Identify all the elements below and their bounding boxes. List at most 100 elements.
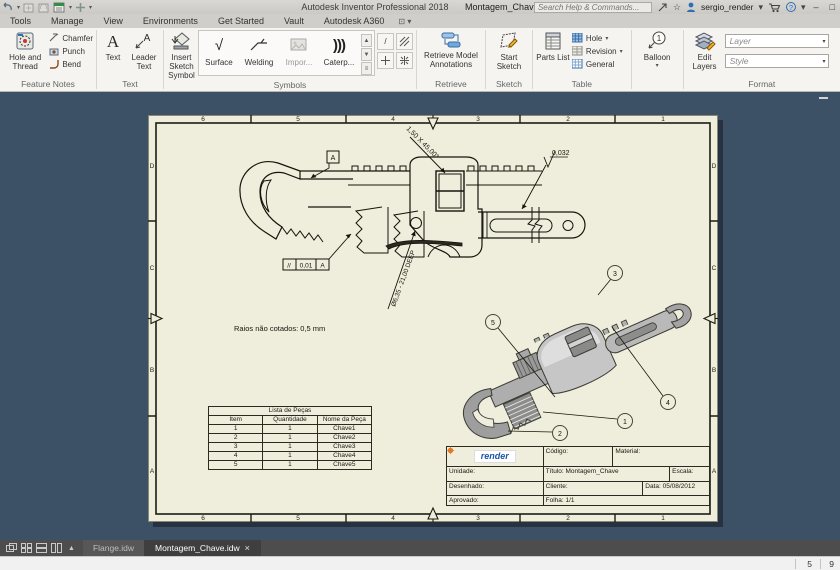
refresh-icon[interactable] bbox=[38, 2, 50, 13]
sign-in-icon[interactable] bbox=[657, 2, 668, 13]
favorites-star-icon[interactable]: ☆ bbox=[673, 2, 681, 12]
title-block[interactable]: render Código: Material: Unidade: Título… bbox=[446, 446, 710, 506]
tile-vertical-icon[interactable] bbox=[51, 543, 62, 553]
parts-list-table[interactable]: Lista de Peças Item Quantidade Nome da P… bbox=[208, 406, 372, 468]
retrieve-model-annotations-button[interactable]: Retrieve Model Annotations bbox=[420, 30, 482, 69]
close-tab-icon[interactable]: × bbox=[245, 543, 250, 553]
sketch-symbol-icon bbox=[170, 31, 192, 51]
table-row: 21Chave2 bbox=[209, 434, 372, 443]
welding-symbol-button[interactable]: Welding bbox=[241, 32, 277, 67]
gallery-expand-button[interactable]: ≡ bbox=[361, 62, 372, 75]
revision-table-button[interactable]: Revision ▾ bbox=[572, 46, 623, 56]
chamfer-note[interactable]: 1,50 X 45,00° bbox=[405, 125, 445, 173]
username[interactable]: sergio_render bbox=[701, 2, 753, 12]
surface-finish-note[interactable]: 0,032 bbox=[522, 150, 570, 209]
tab-autodesk-a360[interactable]: Autodesk A360 bbox=[314, 16, 395, 26]
start-sketch-icon bbox=[498, 31, 520, 51]
general-table-icon bbox=[572, 59, 583, 69]
retrieve-annotations-icon bbox=[440, 31, 462, 49]
search-input[interactable] bbox=[534, 2, 652, 13]
child-window-minimize-icon[interactable] bbox=[819, 97, 828, 99]
surface-icon: √ bbox=[201, 32, 237, 58]
help-caret-icon[interactable]: ▾ bbox=[801, 2, 806, 12]
caterpillar-symbol-button[interactable]: ))) Caterp... bbox=[321, 32, 357, 67]
tab-vault[interactable]: Vault bbox=[274, 16, 314, 26]
chamfer-icon bbox=[49, 33, 59, 43]
tile-horizontal-icon[interactable] bbox=[36, 543, 47, 553]
drawing-sheet[interactable]: 654321 654321 DCBA DCBA bbox=[148, 115, 718, 522]
svg-text:B: B bbox=[712, 367, 716, 374]
hole-table-button[interactable]: Hole ▾ bbox=[572, 33, 623, 43]
undo-icon[interactable] bbox=[2, 2, 14, 12]
parts-list-button[interactable]: Parts List bbox=[536, 30, 570, 62]
bend-button[interactable]: Bend bbox=[49, 59, 93, 69]
qat-customize-icon[interactable]: ▾ bbox=[89, 4, 92, 11]
tab-flange[interactable]: Flange.idw bbox=[83, 540, 145, 556]
leader-text-icon: A bbox=[134, 31, 154, 51]
ribbon-tab-bar: Tools Manage View Environments Get Start… bbox=[0, 14, 840, 28]
new-sheet-caret-icon[interactable]: ▾ bbox=[69, 4, 72, 11]
general-table-button[interactable]: General bbox=[572, 59, 623, 69]
hatch-symbol-button[interactable] bbox=[396, 33, 413, 50]
punch-button[interactable]: Punch bbox=[49, 46, 93, 56]
tab-montagem-chave[interactable]: Montagem_Chave.idw × bbox=[145, 540, 261, 556]
style-select[interactable]: Style ▾ bbox=[725, 54, 829, 68]
tab-view[interactable]: View bbox=[94, 16, 133, 26]
revision-table-icon bbox=[572, 46, 583, 56]
document-title: Montagem_Chave bbox=[465, 2, 539, 12]
edit-layers-button[interactable]: Edit Layers bbox=[687, 30, 723, 71]
desenhado-cell: Desenhado: bbox=[447, 482, 544, 495]
leader-text-button[interactable]: A Leader Text bbox=[128, 30, 160, 71]
table-row: 11Chave1 bbox=[209, 425, 372, 434]
undo-caret-icon[interactable]: ▾ bbox=[17, 4, 20, 11]
drawing-canvas[interactable]: 654321 654321 DCBA DCBA bbox=[0, 92, 840, 540]
layer-select[interactable]: Layer ▾ bbox=[725, 34, 829, 48]
balloon-3[interactable]: 3 bbox=[598, 266, 623, 296]
isometric-view[interactable] bbox=[446, 277, 706, 449]
gallery-up-button[interactable]: ▲ bbox=[361, 34, 372, 47]
user-caret-icon[interactable]: ▾ bbox=[758, 2, 763, 12]
escala-cell: Escala: bbox=[670, 467, 710, 481]
svg-text:A: A bbox=[107, 32, 120, 51]
tab-get-started[interactable]: Get Started bbox=[208, 16, 274, 26]
ribbon-annotate: Hole and Thread Chamfer Punch Bend Featu… bbox=[0, 28, 840, 92]
svg-text:C: C bbox=[150, 265, 155, 272]
side-view[interactable] bbox=[240, 157, 585, 257]
minimize-button[interactable]: – bbox=[811, 2, 822, 12]
balloon-button[interactable]: 1 Balloon ▾ bbox=[635, 30, 679, 71]
tile-windows-icon[interactable] bbox=[21, 543, 32, 553]
help-icon[interactable]: ? bbox=[786, 2, 796, 12]
caterpillar-icon: ))) bbox=[321, 32, 357, 58]
cascade-windows-icon[interactable] bbox=[6, 543, 17, 553]
text-button[interactable]: A Text bbox=[100, 30, 126, 62]
ribbon-display-icon[interactable]: ⊡ ▾ bbox=[398, 17, 411, 26]
insert-sketch-symbol-button[interactable]: Insert Sketch Symbol bbox=[167, 30, 196, 80]
update-icon[interactable] bbox=[23, 2, 35, 13]
feature-control-frame[interactable]: // 0,01 A bbox=[283, 234, 351, 270]
slash-symbol-button[interactable]: / bbox=[377, 33, 394, 50]
import-symbol-button[interactable]: Impor... bbox=[281, 32, 317, 67]
app-title: Autodesk Inventor Professional 2018 bbox=[301, 2, 448, 12]
tab-tools[interactable]: Tools bbox=[0, 16, 41, 26]
panel-symbols: Insert Sketch Symbol √ Surface Welding I… bbox=[164, 28, 416, 91]
app-store-cart-icon[interactable] bbox=[768, 2, 781, 13]
chamfer-button[interactable]: Chamfer bbox=[49, 33, 93, 43]
move-icon[interactable] bbox=[75, 2, 86, 13]
new-sheet-icon[interactable] bbox=[53, 2, 66, 13]
maximize-button[interactable]: □ bbox=[827, 2, 838, 12]
gallery-down-button[interactable]: ▼ bbox=[361, 48, 372, 61]
surface-symbol-button[interactable]: √ Surface bbox=[201, 32, 237, 67]
status-value-1: 5 bbox=[807, 559, 812, 569]
hole-and-thread-button[interactable]: Hole and Thread bbox=[3, 30, 47, 71]
centermark-button[interactable] bbox=[396, 52, 413, 69]
radius-note[interactable]: Raios não cotados: 0,5 mm bbox=[234, 324, 325, 333]
svg-text:3: 3 bbox=[476, 515, 480, 522]
tab-manage[interactable]: Manage bbox=[41, 16, 94, 26]
tabbar-expand-icon[interactable]: ▲ bbox=[66, 545, 77, 552]
centerline-button[interactable] bbox=[377, 52, 394, 69]
welding-icon bbox=[249, 37, 269, 53]
start-sketch-button[interactable]: Start Sketch bbox=[489, 30, 529, 71]
datum-flag[interactable]: A bbox=[311, 151, 339, 178]
tab-environments[interactable]: Environments bbox=[133, 16, 208, 26]
unidade-cell: Unidade: bbox=[447, 467, 544, 481]
